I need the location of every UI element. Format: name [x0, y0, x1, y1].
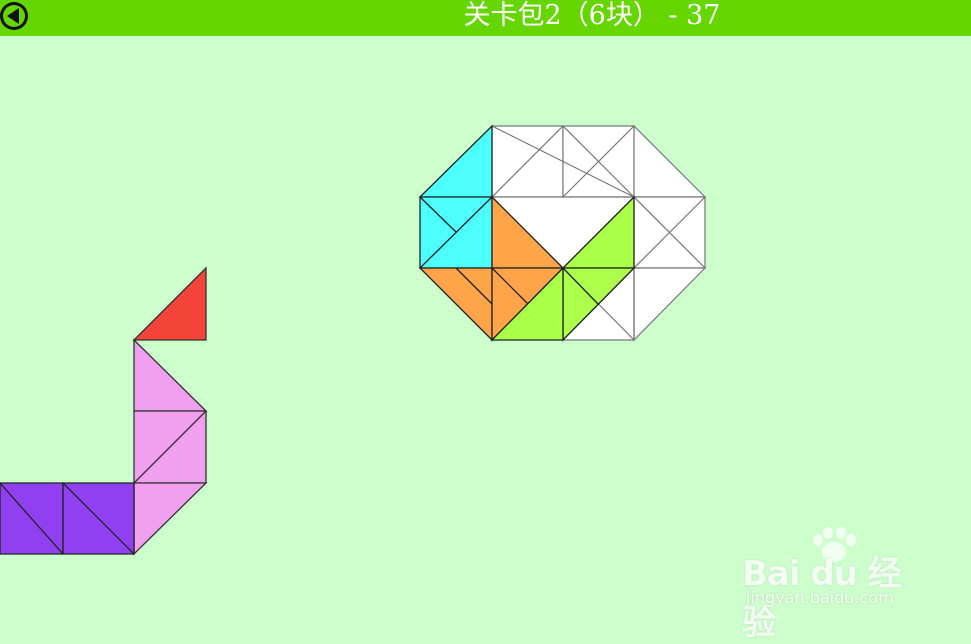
pink-piece[interactable] [133, 338, 208, 556]
watermark-url: jingyan.baidu.com [746, 588, 894, 607]
red-piece[interactable] [132, 266, 207, 341]
baidu-watermark: Bai du 经验 jingyan.baidu.com [742, 526, 932, 643]
purple-piece[interactable] [0, 482, 135, 555]
cyan-piece[interactable] [418, 124, 493, 269]
